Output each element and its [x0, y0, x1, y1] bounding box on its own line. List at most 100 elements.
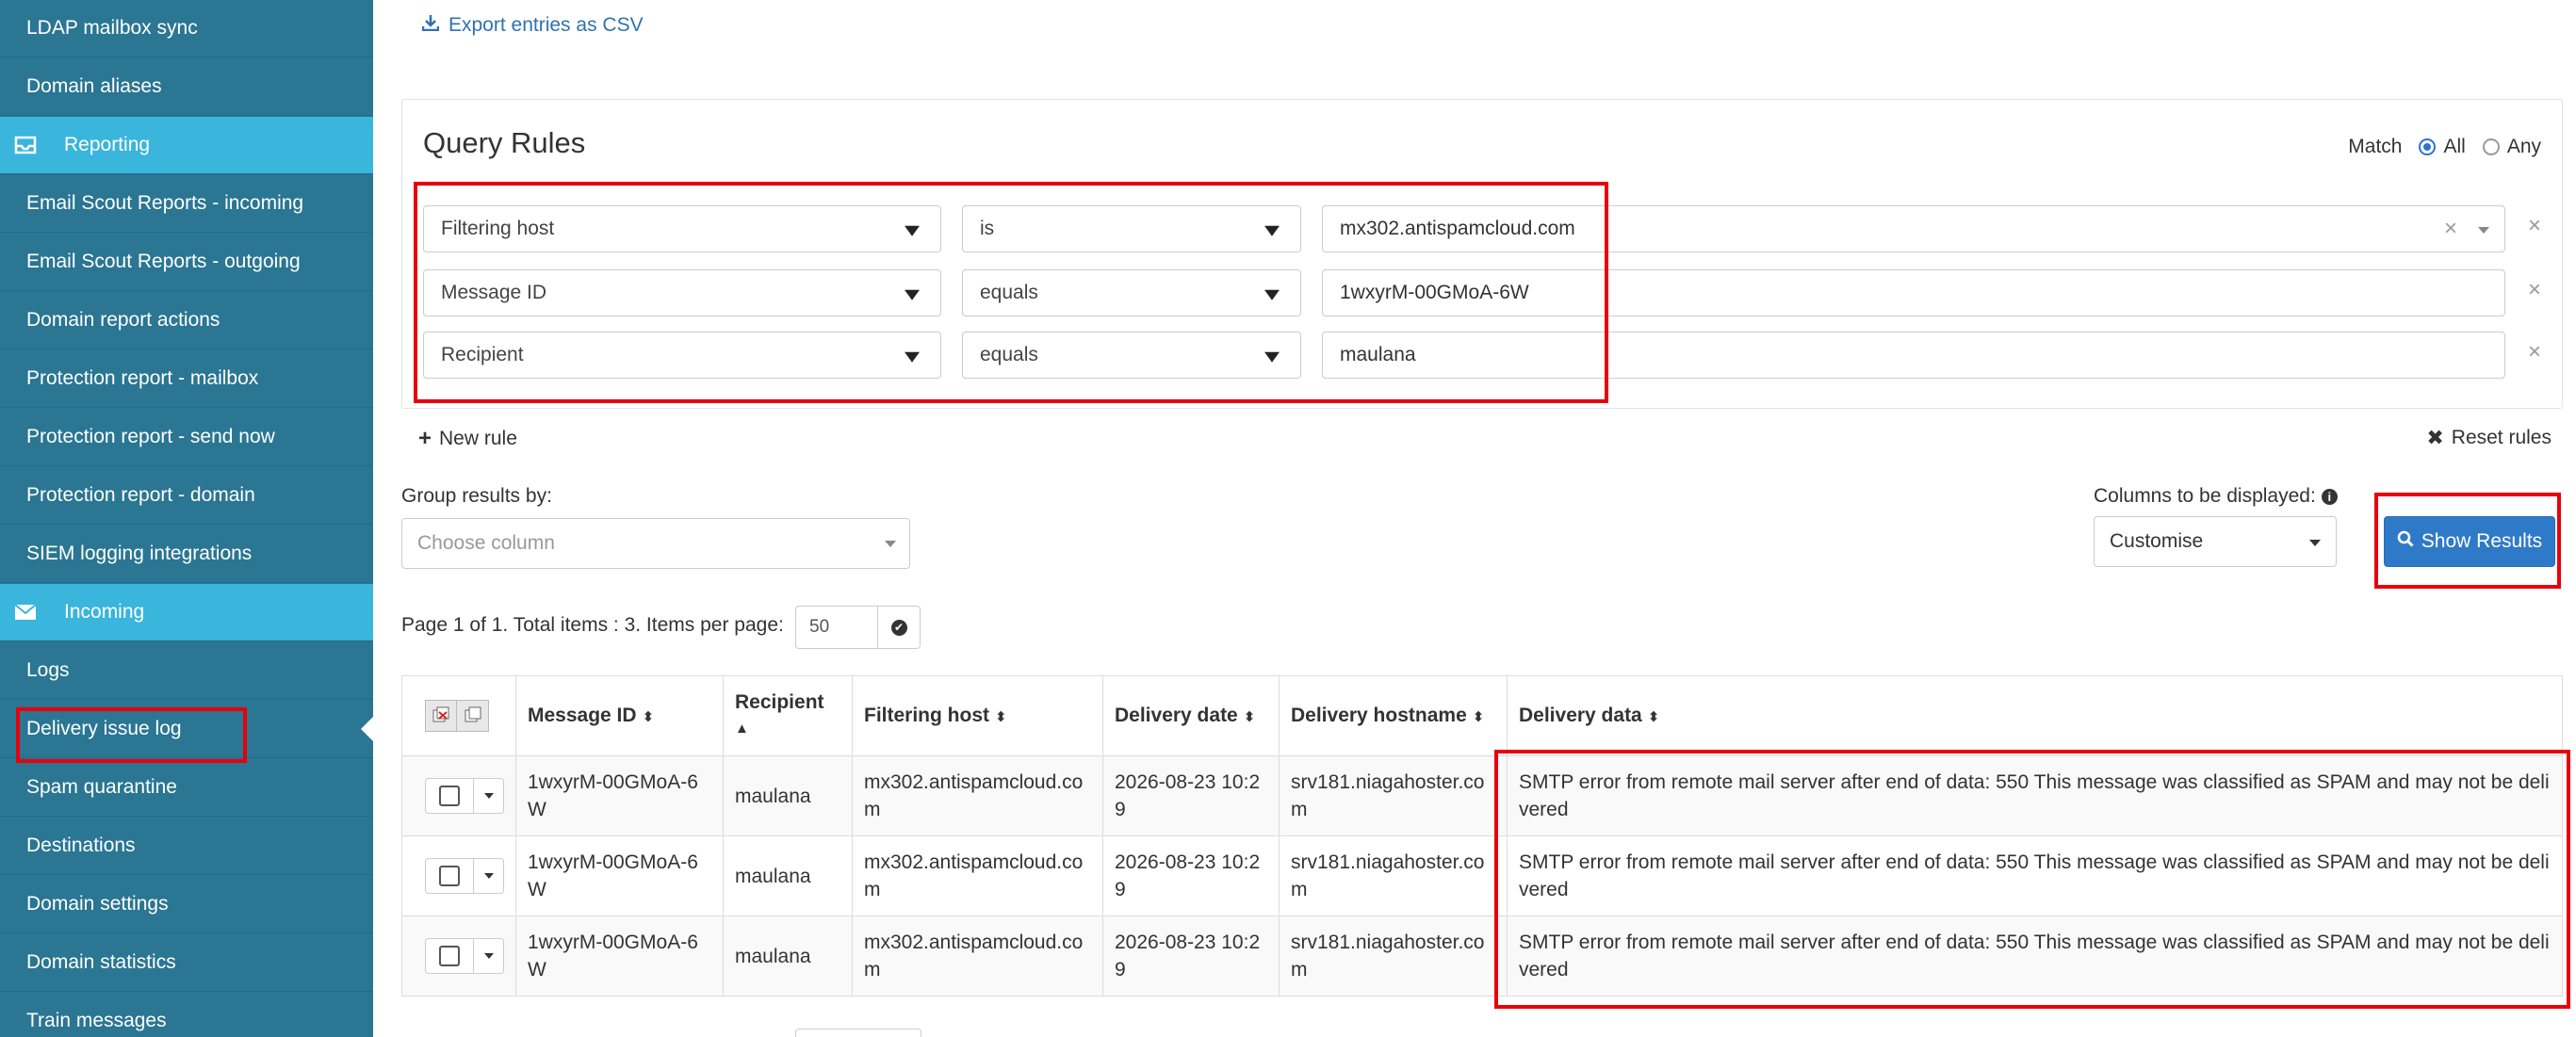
cell-filtering-host: mx302.antispamcloud.com — [852, 915, 1103, 996]
sidebar-item-label: Domain settings — [26, 893, 169, 915]
remove-rule-icon[interactable]: × — [2528, 339, 2541, 365]
columns-label-wrap: Columns to be displayed: i — [2094, 485, 2338, 508]
cell-delivery-data: SMTP error from remote mail server after… — [1507, 755, 2563, 836]
column-header-message-id[interactable]: Message ID ⬍ — [515, 675, 724, 756]
rule-field-value: Recipient — [441, 344, 524, 365]
rule-field-select[interactable]: Message ID — [423, 269, 941, 316]
row-actions-dropdown[interactable] — [474, 858, 504, 894]
cell-recipient: maulana — [723, 915, 853, 996]
rule-value-input[interactable]: maulana — [1322, 332, 2505, 379]
rule-operator-select[interactable]: equals — [962, 332, 1301, 379]
sidebar-item-delivery-issue-log[interactable]: Delivery issue log — [0, 701, 373, 758]
sort-icon: ⬍ — [1243, 709, 1256, 725]
caret-down-icon — [483, 953, 494, 959]
select-all-icon[interactable] — [425, 700, 457, 732]
sidebar-item-destinations[interactable]: Destinations — [0, 818, 373, 875]
inbox-icon — [13, 135, 38, 155]
table-row: 1wxyrM-00GMoA-6W maulana mx302.antispamc… — [401, 755, 2563, 836]
items-per-page-input-bottom[interactable] — [795, 1029, 921, 1037]
sidebar-section-incoming[interactable]: Incoming — [0, 584, 373, 641]
group-results-select[interactable]: Choose column — [401, 518, 910, 569]
sidebar-item-train-messages[interactable]: Train messages — [0, 993, 373, 1037]
column-header-recipient[interactable]: Recipient ▲ — [723, 675, 853, 756]
new-rule-button[interactable]: + New rule — [418, 426, 517, 452]
row-actions-dropdown[interactable] — [474, 778, 504, 814]
check-circle-icon: ✔ — [890, 619, 907, 636]
sidebar-item-email-scout-incoming[interactable]: Email Scout Reports - incoming — [0, 175, 373, 233]
match-any-label: Any — [2506, 136, 2541, 157]
rule-operator-select[interactable]: equals — [962, 269, 1301, 316]
show-results-button[interactable]: Show Results — [2384, 516, 2555, 567]
sidebar-item-protection-report-domain[interactable]: Protection report - domain — [0, 467, 373, 525]
sidebar-item-ldap-mailbox-sync[interactable]: LDAP mailbox sync — [0, 0, 373, 57]
export-csv-link[interactable]: Export entries as CSV — [421, 14, 644, 37]
caret-down-icon — [483, 873, 494, 879]
rule-value-select[interactable]: mx302.antispamcloud.com × — [1322, 205, 2505, 252]
rule-value: 1wxyrM-00GMoA-6W — [1340, 282, 1529, 303]
caret-down-icon — [1264, 225, 1280, 236]
items-per-page-input[interactable]: 50 — [795, 606, 878, 649]
match-any-radio[interactable] — [2482, 138, 2500, 155]
remove-rule-icon[interactable]: × — [2528, 213, 2541, 239]
sidebar-item-domain-aliases[interactable]: Domain aliases — [0, 58, 373, 116]
columns-select[interactable]: Customise — [2094, 516, 2337, 567]
new-rule-label: New rule — [439, 428, 517, 449]
column-header-delivery-date[interactable]: Delivery date ⬍ — [1102, 675, 1280, 756]
download-icon — [421, 14, 440, 37]
rule-field-select[interactable]: Recipient — [423, 332, 941, 379]
clear-icon[interactable]: × — [2444, 216, 2457, 242]
row-checkbox[interactable] — [425, 858, 474, 894]
match-all-radio[interactable] — [2419, 138, 2437, 155]
sort-icon: ⬍ — [995, 709, 1007, 725]
row-checkbox[interactable] — [425, 778, 474, 814]
deselect-all-icon[interactable] — [457, 700, 489, 732]
apply-per-page-button[interactable]: ✔ — [877, 606, 921, 649]
sidebar-item-spam-quarantine[interactable]: Spam quarantine — [0, 759, 373, 817]
table-row: 1wxyrM-00GMoA-6W maulana mx302.antispamc… — [401, 915, 2563, 996]
sidebar-item-label: Email Scout Reports - outgoing — [26, 251, 301, 272]
match-label: Match — [2348, 136, 2403, 157]
sidebar-item-siem-logging[interactable]: SIEM logging integrations — [0, 526, 373, 583]
sidebar-item-protection-report-mailbox[interactable]: Protection report - mailbox — [0, 350, 373, 408]
group-results-placeholder: Choose column — [417, 532, 555, 554]
rule-operator-value: equals — [980, 344, 1038, 365]
column-header-delivery-data[interactable]: Delivery data ⬍ — [1507, 675, 2563, 756]
caret-down-icon — [483, 793, 494, 799]
cell-delivery-date: 2026-08-23 10:29 — [1102, 755, 1280, 836]
column-header-delivery-hostname[interactable]: Delivery hostname ⬍ — [1279, 675, 1508, 756]
info-icon[interactable]: i — [2321, 489, 2338, 505]
sidebar-item-domain-statistics[interactable]: Domain statistics — [0, 934, 373, 992]
rule-value-input[interactable]: 1wxyrM-00GMoA-6W — [1322, 269, 2505, 316]
cell-delivery-hostname: srv181.niagahoster.com — [1279, 755, 1508, 836]
rule-value: mx302.antispamcloud.com — [1340, 218, 1575, 239]
main-content: Export entries as CSV Query Rules Match … — [373, 0, 2576, 1037]
envelope-icon — [13, 602, 38, 623]
row-actions-dropdown[interactable] — [474, 938, 504, 974]
caret-down-icon — [905, 289, 920, 300]
column-header-label: Delivery hostname — [1291, 705, 1467, 726]
sidebar-section-reporting[interactable]: Reporting — [0, 117, 373, 174]
remove-rule-icon[interactable]: × — [2528, 277, 2541, 303]
rule-field-select[interactable]: Filtering host — [423, 205, 941, 252]
sidebar-item-protection-report-send-now[interactable]: Protection report - send now — [0, 409, 373, 466]
sidebar-item-label: SIEM logging integrations — [26, 543, 253, 564]
reset-rules-button[interactable]: ✖ Reset rules — [2426, 426, 2552, 450]
sidebar-section-label: Reporting — [64, 134, 151, 155]
sidebar-item-logs[interactable]: Logs — [0, 642, 373, 700]
plus-icon: + — [418, 426, 432, 451]
sidebar-item-domain-report-actions[interactable]: Domain report actions — [0, 292, 373, 349]
row-checkbox[interactable] — [425, 938, 474, 974]
sidebar-item-label: Domain aliases — [26, 75, 162, 97]
caret-down-icon — [2309, 540, 2321, 546]
sidebar-item-label: Destinations — [26, 834, 136, 856]
table-header-row: Message ID ⬍ Recipient ▲ Filtering host ⬍ D… — [401, 675, 2563, 756]
sidebar-item-label: Logs — [26, 659, 70, 681]
sidebar-item-email-scout-outgoing[interactable]: Email Scout Reports - outgoing — [0, 234, 373, 291]
sidebar-section-label: Incoming — [64, 601, 145, 623]
sidebar-item-label: Train messages — [26, 1010, 167, 1031]
table-row: 1wxyrM-00GMoA-6W maulana mx302.antispamc… — [401, 835, 2563, 916]
rule-operator-select[interactable]: is — [962, 205, 1301, 252]
sidebar-item-label: Domain statistics — [26, 951, 176, 973]
sidebar-item-domain-settings[interactable]: Domain settings — [0, 876, 373, 933]
column-header-filtering-host[interactable]: Filtering host ⬍ — [852, 675, 1103, 756]
